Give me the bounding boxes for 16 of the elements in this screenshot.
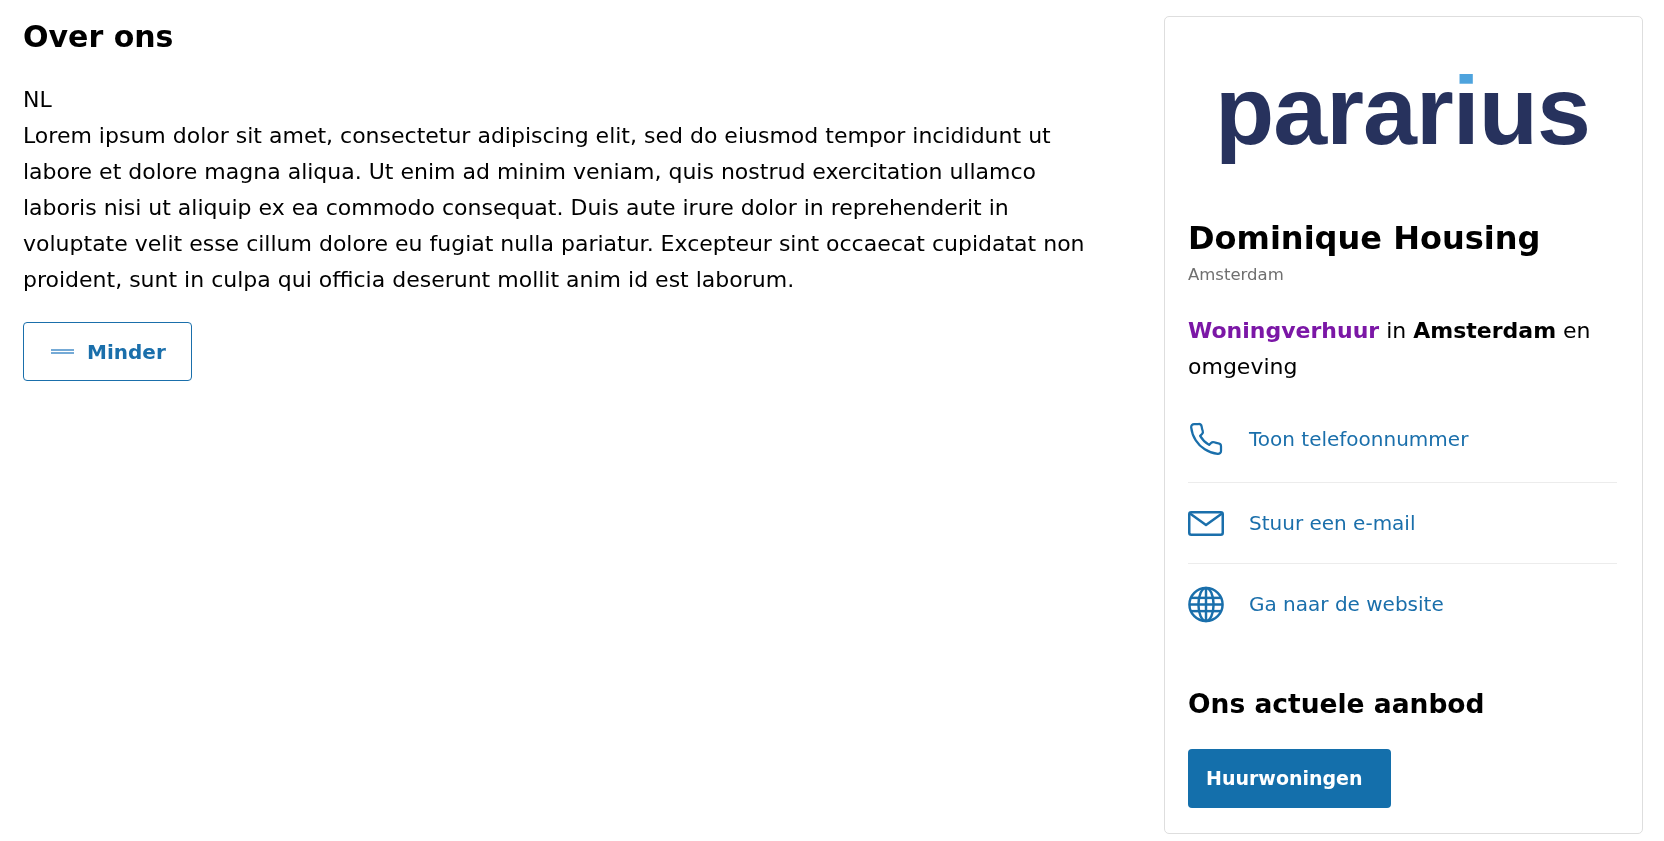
about-text: Lorem ipsum dolor sit amet, consectetur adipiscing elit, sed do eiusmod tempor incididunt ut labore et dolore magna aliqua. Ut enim ad minim veniam, quis nostrud exercitation ullamco laboris nisi ut aliquip ex ea commodo consequat. Duis aute irure dolor in reprehenderit in voluptate velit esse cillum dolore eu fugiat nulla pariatur. Excepteur sint occaecat cupidatat non proident, sunt in culpa qui officia deserunt mollit anim id est laborum. [23,122,1086,294]
section-title: Over ons [23,18,175,56]
email-link[interactable]: Stuur een e-mail [1188,504,1416,542]
globe-icon [1188,585,1224,623]
language-label: NL [23,86,53,114]
collapse-button[interactable]: Minder [23,322,192,381]
rentals-button[interactable]: Huurwoningen [1188,748,1391,808]
envelope-icon [1188,510,1224,536]
offer-title: Ons actuele aanbod [1188,686,1486,721]
agent-name: Dominique Housing [1188,218,1542,258]
agent-city: Amsterdam [1188,264,1285,286]
website-link[interactable]: Ga naar de website [1188,585,1444,623]
phone-icon [1188,421,1224,457]
rental-link[interactable]: Woningverhuur [1188,318,1380,343]
phone-link[interactable]: Toon telefoonnummer [1188,420,1469,458]
tagline: Woningverhuur in Amsterdam en omgeving [1188,317,1592,381]
